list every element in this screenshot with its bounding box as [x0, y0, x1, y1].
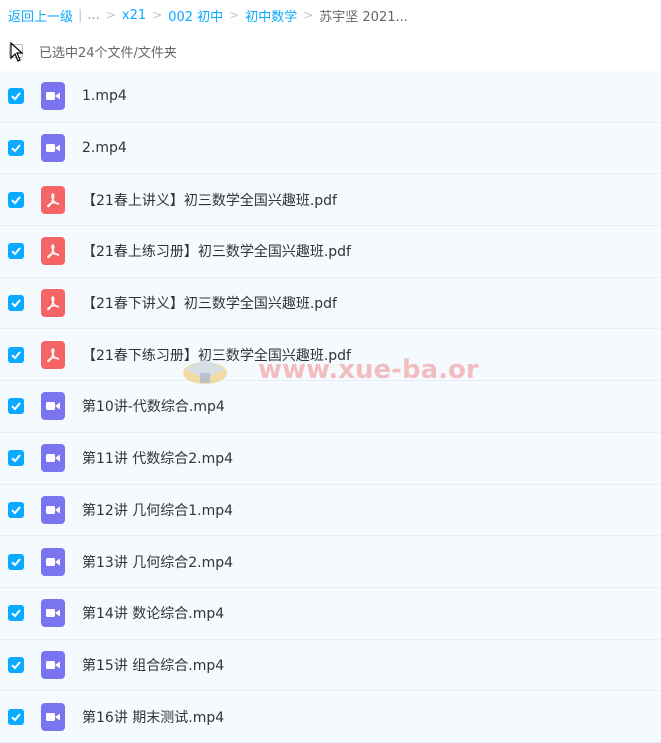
row-checkbox[interactable] [8, 191, 24, 208]
file-name[interactable]: 第12讲 几何综合1.mp4 [82, 500, 233, 520]
video-file-icon [41, 650, 65, 679]
checkmark-icon [11, 144, 21, 153]
file-name[interactable]: 【21春上练习册】初三数学全国兴趣班.pdf [82, 241, 351, 261]
file-name[interactable]: 【21春下讲义】初三数学全国兴趣班.pdf [82, 293, 337, 313]
file-name[interactable]: 【21春上讲义】初三数学全国兴趣班.pdf [82, 190, 337, 210]
file-name[interactable]: 第15讲 组合综合.mp4 [82, 655, 224, 675]
pdf-file-icon [41, 185, 65, 214]
breadcrumb-separator-icon: > [105, 8, 116, 22]
file-row[interactable]: 第15讲 组合综合.mp4 [0, 639, 661, 692]
checkmark-icon [11, 196, 21, 205]
file-name[interactable]: 第16讲 期末测试.mp4 [82, 707, 224, 727]
video-file-icon [41, 599, 65, 628]
checkmark-icon [11, 247, 21, 256]
checkmark-icon [11, 609, 21, 618]
file-name[interactable]: 【21春下练习册】初三数学全国兴趣班.pdf [82, 345, 351, 365]
back-link[interactable]: 返回上一级 [8, 6, 73, 25]
file-name[interactable]: 第10讲-代数综合.mp4 [82, 396, 225, 416]
row-checkbox[interactable] [8, 450, 24, 467]
pdf-file-icon [41, 237, 65, 266]
row-checkbox[interactable] [8, 346, 24, 363]
selection-count-label: 已选中24个文件/文件夹 [39, 45, 177, 61]
checkmark-icon [11, 712, 21, 722]
video-file-icon [41, 495, 65, 524]
selection-bar: 已选中24个文件/文件夹 [0, 32, 661, 70]
row-checkbox[interactable] [8, 88, 24, 105]
row-checkbox[interactable] [8, 398, 24, 415]
breadcrumb-separator-icon: > [303, 8, 314, 22]
file-row[interactable]: 第13讲 几何综合2.mp4 [0, 536, 661, 588]
checkmark-icon [11, 402, 21, 411]
checkmark-icon [11, 299, 21, 308]
file-row[interactable]: 1.mp4 [0, 71, 661, 123]
mouse-cursor-icon [10, 42, 24, 62]
file-row[interactable]: 第14讲 数论综合.mp4 [0, 587, 661, 640]
breadcrumb-item-math[interactable]: 初中数学 [245, 6, 297, 25]
file-name[interactable]: 1.mp4 [82, 88, 127, 104]
video-file-icon [41, 444, 65, 473]
file-row[interactable]: 【21春上讲义】初三数学全国兴趣班.pdf [0, 174, 661, 227]
breadcrumb-item-middle-school[interactable]: 002 初中 [168, 6, 223, 25]
breadcrumb-item-x21[interactable]: x21 [122, 8, 146, 23]
checkmark-icon [11, 454, 21, 463]
checkmark-icon [11, 661, 21, 670]
file-row[interactable]: 2.mp4 [0, 122, 661, 175]
row-checkbox[interactable] [8, 656, 24, 673]
file-name[interactable]: 2.mp4 [82, 140, 127, 156]
breadcrumb-current: 苏宇坚 2021... [319, 9, 408, 25]
video-file-icon [41, 134, 65, 163]
breadcrumb-divider: | [78, 7, 83, 23]
breadcrumb-separator-icon: > [229, 8, 240, 22]
file-row[interactable]: 【21春上练习册】初三数学全国兴趣班.pdf [0, 226, 661, 278]
checkmark-icon [11, 557, 21, 566]
file-row[interactable]: 【21春下讲义】初三数学全国兴趣班.pdf [0, 277, 661, 330]
file-row[interactable]: 第11讲 代数综合2.mp4 [0, 432, 661, 485]
file-name[interactable]: 第11讲 代数综合2.mp4 [82, 448, 233, 468]
file-name[interactable]: 第14讲 数论综合.mp4 [82, 603, 224, 623]
video-file-icon [41, 547, 65, 576]
video-file-icon [41, 82, 65, 111]
file-row[interactable]: 【21春下练习册】初三数学全国兴趣班.pdf [0, 329, 661, 382]
breadcrumb-separator-icon: > [152, 8, 163, 22]
row-checkbox[interactable] [8, 140, 24, 157]
checkmark-icon [11, 92, 21, 101]
file-name[interactable]: 第13讲 几何综合2.mp4 [82, 552, 233, 572]
pdf-file-icon [41, 289, 65, 318]
video-file-icon [41, 392, 65, 421]
file-list: 1.mp4 2.mp4 【21春上讲义】初三数学全国兴趣班.pdf 【21春上练习册】… [0, 71, 661, 743]
row-checkbox[interactable] [8, 553, 24, 570]
checkmark-icon [11, 506, 21, 515]
row-checkbox[interactable] [8, 295, 24, 312]
row-checkbox[interactable] [8, 501, 24, 518]
file-row[interactable]: 第16讲 期末测试.mp4 [0, 691, 661, 743]
file-row[interactable]: 第10讲-代数综合.mp4 [0, 381, 661, 433]
row-checkbox[interactable] [8, 243, 24, 260]
file-row[interactable]: 第12讲 几何综合1.mp4 [0, 484, 661, 537]
breadcrumb: 返回上一级 | ... > x21 > 002 初中 > 初中数学 > 苏宇坚 … [0, 0, 661, 30]
row-checkbox[interactable] [8, 605, 24, 622]
pdf-file-icon [41, 340, 65, 369]
checkmark-icon [11, 351, 21, 360]
row-checkbox[interactable] [8, 708, 24, 725]
breadcrumb-ellipsis[interactable]: ... [87, 8, 99, 23]
video-file-icon [41, 702, 65, 731]
